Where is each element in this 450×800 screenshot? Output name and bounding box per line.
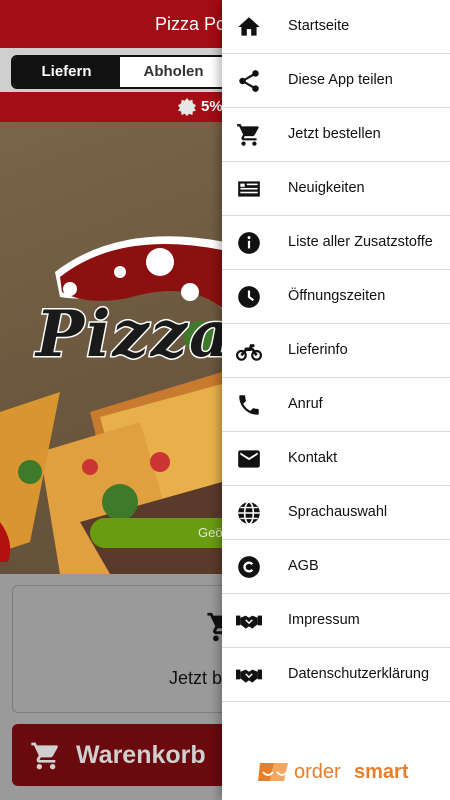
menu-item-label: Kontakt: [288, 450, 338, 466]
menu-item-label: AGB: [288, 558, 319, 574]
navigation-drawer: Startseite Diese App teilen Jetzt bestel…: [222, 0, 450, 800]
menu-item-label: Lieferinfo: [288, 342, 348, 358]
menu-item-imprint[interactable]: Impressum: [222, 594, 450, 648]
basket-label: Warenkorb: [76, 741, 206, 769]
handshake-icon: [236, 662, 262, 688]
info-icon: [236, 230, 262, 256]
menu-item-contact[interactable]: Kontakt: [222, 432, 450, 486]
menu-item-label: Datenschutzerklärung: [288, 666, 430, 682]
menu-item-share-app[interactable]: Diese App teilen: [222, 54, 450, 108]
basket-cart-icon: [31, 742, 58, 770]
menu-item-label: Startseite: [288, 18, 350, 34]
phone-icon: [236, 392, 262, 418]
copyright-icon: [236, 554, 262, 580]
ordersmart-logo-icon: [258, 763, 288, 781]
clock-icon: [236, 284, 262, 310]
handshake-icon: [236, 608, 262, 634]
order-now-label: Jetzt b: [169, 668, 223, 688]
motorcycle-icon: [236, 338, 262, 364]
globe-icon: [236, 500, 262, 526]
menu-item-label: Anruf: [288, 396, 323, 412]
menu-item-additives[interactable]: Liste aller Zusatzstoffe: [222, 216, 450, 270]
brand-word-order: order: [294, 761, 341, 783]
menu-item-privacy[interactable]: Datenschutzerklärung: [222, 648, 450, 702]
mail-icon: [236, 446, 262, 472]
tab-liefern[interactable]: Liefern: [13, 57, 120, 87]
promo-text: 5%: [201, 98, 223, 115]
menu-item-delivery-info[interactable]: Lieferinfo: [222, 324, 450, 378]
menu-item-label: Jetzt bestellen: [288, 126, 381, 142]
menu-item-label: Neuigkeiten: [288, 180, 365, 196]
menu-item-terms[interactable]: AGB: [222, 540, 450, 594]
brand-word-smart: smart: [354, 761, 409, 783]
menu-item-call[interactable]: Anruf: [222, 378, 450, 432]
tab-abholen[interactable]: Abholen: [120, 57, 227, 87]
menu-item-label: Impressum: [288, 612, 360, 628]
pizza-logo-text: Pizza: [35, 296, 233, 374]
menu-item-label: Sprachauswahl: [288, 504, 388, 520]
discount-badge-icon: [178, 98, 196, 116]
menu-item-opening-hours[interactable]: Öffnungszeiten: [222, 270, 450, 324]
menu-item-label: Öffnungszeiten: [288, 288, 386, 304]
menu-item-news[interactable]: Neuigkeiten: [222, 162, 450, 216]
cart-icon: [236, 122, 262, 148]
menu-item-label: Liste aller Zusatzstoffe: [288, 234, 433, 250]
page-title: Pizza Po: [155, 14, 227, 34]
share-icon: [236, 68, 262, 94]
drawer-menu: Startseite Diese App teilen Jetzt bestel…: [222, 0, 450, 702]
menu-item-language[interactable]: Sprachauswahl: [222, 486, 450, 540]
home-icon: [236, 14, 262, 40]
menu-item-startseite[interactable]: Startseite: [222, 0, 450, 54]
news-icon: [236, 176, 262, 202]
menu-item-label: Diese App teilen: [288, 72, 393, 88]
menu-item-order-now[interactable]: Jetzt bestellen: [222, 108, 450, 162]
